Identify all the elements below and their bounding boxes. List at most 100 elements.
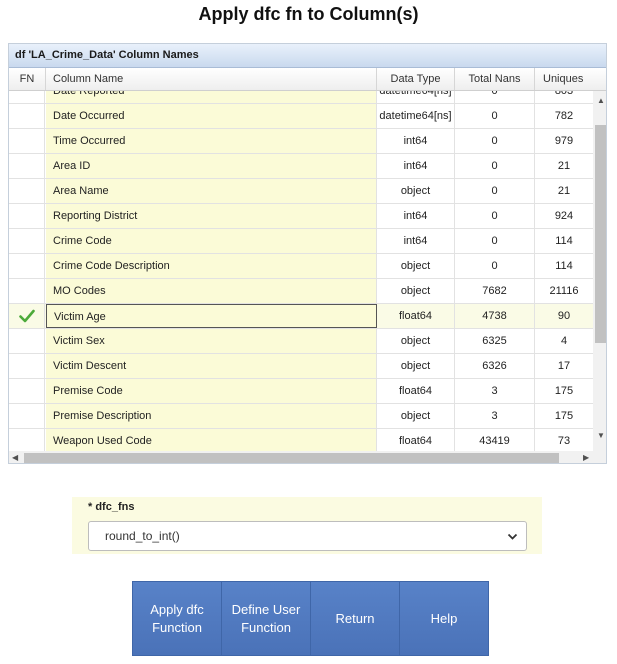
uniques-cell: 21	[557, 185, 571, 197]
table-row[interactable]: Victim Descent object 6326 17	[9, 354, 593, 379]
help-button[interactable]: Help	[400, 582, 488, 655]
columns-grid: df 'LA_Crime_Data' Column Names FN Colum…	[8, 43, 607, 464]
page-title: Apply dfc fn to Column(s)	[198, 4, 419, 24]
table-row[interactable]: Crime Code int64 0 114	[9, 229, 593, 254]
fn-cell[interactable]	[9, 154, 45, 178]
column-name-cell[interactable]: Premise Description	[46, 404, 377, 428]
fn-cell[interactable]	[9, 129, 45, 153]
column-name-cell[interactable]: Victim Sex	[46, 329, 377, 353]
uniques-cell: 979	[554, 135, 574, 147]
table-row[interactable]: Premise Description object 3 175	[9, 404, 593, 429]
total-nans-cell: 6325	[455, 329, 535, 353]
fn-cell[interactable]	[9, 179, 45, 203]
scroll-up-icon[interactable]: ▲	[597, 96, 605, 106]
fn-cell[interactable]	[9, 254, 45, 278]
fn-cell[interactable]	[9, 404, 45, 428]
vertical-scroll-thumb[interactable]	[595, 125, 606, 343]
fn-cell[interactable]	[9, 279, 45, 303]
header-total-nans[interactable]: Total Nans	[455, 68, 535, 90]
data-type-cell: datetime64[ns]	[377, 104, 455, 128]
table-row[interactable]: MO Codes object 7682 21116	[9, 279, 593, 304]
fn-cell[interactable]	[9, 329, 45, 353]
uniques-cell: 21	[557, 160, 571, 172]
action-button-bar: Apply dfc Function Define User Function …	[132, 581, 489, 656]
apply-dfc-function-button[interactable]: Apply dfc Function	[133, 582, 222, 655]
column-name-cell[interactable]: Crime Code	[46, 229, 377, 253]
table-row[interactable]: Time Occurred int64 0 979	[9, 129, 593, 154]
table-row[interactable]: Reporting District int64 0 924	[9, 204, 593, 229]
table-row[interactable]: Date Occurred datetime64[ns] 0 782	[9, 104, 593, 129]
uniques-cell: 17	[557, 360, 571, 372]
column-name-cell[interactable]: Area ID	[46, 154, 377, 178]
table-row[interactable]: Area Name object 0 21	[9, 179, 593, 204]
total-nans-cell: 6326	[455, 354, 535, 378]
table-row[interactable]: Weapon Used Code float64 43419 73	[9, 429, 593, 451]
fn-cell[interactable]	[9, 304, 45, 328]
column-name-cell[interactable]: Date Reported	[46, 91, 377, 103]
vertical-scrollbar[interactable]: ▲ ▼	[593, 91, 606, 451]
column-name-cell[interactable]: Weapon Used Code	[46, 429, 377, 451]
table-row[interactable]: Area ID int64 0 21	[9, 154, 593, 179]
scroll-right-icon[interactable]: ▶	[583, 453, 589, 463]
data-type-cell: object	[377, 329, 455, 353]
uniques-cell: 90	[557, 310, 571, 322]
table-row[interactable]: Date Reported datetime64[ns] 0 803	[9, 91, 593, 104]
fn-cell[interactable]	[9, 429, 45, 451]
total-nans-cell: 0	[455, 129, 535, 153]
fn-cell[interactable]	[9, 91, 45, 103]
header-fn[interactable]: FN	[9, 68, 46, 90]
grid-header-row: FN Column Name Data Type Total Nans Uniq…	[9, 68, 606, 91]
return-button[interactable]: Return	[311, 582, 400, 655]
dfc-fns-select[interactable]: round_to_int()	[88, 521, 527, 551]
table-row[interactable]: Premise Code float64 3 175	[9, 379, 593, 404]
header-data-type[interactable]: Data Type	[377, 68, 455, 90]
dfc-fns-panel: * dfc_fns round_to_int()	[72, 497, 542, 554]
column-name-cell[interactable]: Victim Age	[46, 304, 377, 328]
uniques-cell: 924	[554, 210, 574, 222]
total-nans-cell: 0	[455, 229, 535, 253]
fn-cell[interactable]	[9, 204, 45, 228]
scroll-left-icon[interactable]: ◀	[12, 453, 18, 463]
data-type-cell: float64	[377, 379, 455, 403]
grid-body: Date Reported datetime64[ns] 0 803 Date Occu…	[9, 91, 593, 451]
scroll-down-icon[interactable]: ▼	[597, 431, 605, 441]
data-type-cell: int64	[377, 204, 455, 228]
header-column-name[interactable]: Column Name	[46, 68, 377, 90]
fn-cell[interactable]	[9, 354, 45, 378]
data-type-cell: int64	[377, 154, 455, 178]
header-uniques[interactable]: Uniques	[535, 68, 606, 90]
grid-rows: Date Reported datetime64[ns] 0 803 Date Occu…	[9, 91, 593, 451]
horizontal-scrollbar[interactable]: ◀ ▶	[9, 451, 606, 463]
column-name-cell[interactable]: Victim Descent	[46, 354, 377, 378]
table-row[interactable]: Victim Age float64 4738 90	[9, 304, 593, 329]
dfc-fns-selected-value: round_to_int()	[105, 529, 180, 543]
total-nans-cell: 0	[455, 104, 535, 128]
column-name-cell[interactable]: MO Codes	[46, 279, 377, 303]
column-name-cell[interactable]: Area Name	[46, 179, 377, 203]
column-name-cell[interactable]: Reporting District	[46, 204, 377, 228]
total-nans-cell: 0	[455, 154, 535, 178]
grid-title: df 'LA_Crime_Data' Column Names	[9, 44, 606, 68]
define-user-function-button[interactable]: Define User Function	[222, 582, 311, 655]
horizontal-scroll-thumb[interactable]	[24, 453, 559, 463]
table-row[interactable]: Victim Sex object 6325 4	[9, 329, 593, 354]
column-name-cell[interactable]: Premise Code	[46, 379, 377, 403]
total-nans-cell: 43419	[455, 429, 535, 451]
uniques-cell: 803	[554, 91, 574, 97]
column-name-cell[interactable]: Time Occurred	[46, 129, 377, 153]
data-type-cell: object	[377, 179, 455, 203]
data-type-cell: object	[377, 404, 455, 428]
data-type-cell: int64	[377, 229, 455, 253]
uniques-cell: 21116	[549, 285, 579, 297]
total-nans-cell: 0	[455, 204, 535, 228]
fn-cell[interactable]	[9, 229, 45, 253]
fn-cell[interactable]	[9, 104, 45, 128]
total-nans-cell: 0	[455, 254, 535, 278]
fn-cell[interactable]	[9, 379, 45, 403]
table-row[interactable]: Crime Code Description object 0 114	[9, 254, 593, 279]
dfc-fns-label: * dfc_fns	[88, 501, 135, 513]
column-name-cell[interactable]: Crime Code Description	[46, 254, 377, 278]
uniques-cell: 782	[554, 110, 574, 122]
column-name-cell[interactable]: Date Occurred	[46, 104, 377, 128]
total-nans-cell: 4738	[455, 304, 535, 328]
